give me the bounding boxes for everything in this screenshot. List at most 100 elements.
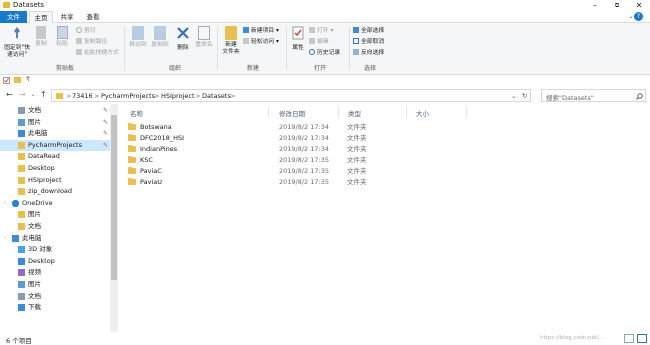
tab-home[interactable]: 主页 — [29, 11, 53, 23]
nav-item[interactable]: 下载 — [0, 302, 110, 313]
select-none-button[interactable]: 全部取消 — [353, 38, 384, 47]
nav-item[interactable]: 图片 — [0, 279, 110, 290]
image-icon — [18, 118, 25, 126]
pin-quick-access-button[interactable]: 固定到"快 速访问" — [3, 26, 31, 59]
nav-item[interactable]: 图片 ✎ — [0, 117, 110, 128]
pin-icon — [14, 27, 20, 38]
nav-item[interactable]: 3D 对象 — [0, 244, 110, 255]
select-all-button[interactable]: 全部选择 — [353, 27, 384, 36]
open-button[interactable]: 打开 ▾ — [309, 27, 333, 36]
maximize-button[interactable]: ⧉ — [606, 0, 628, 11]
file-name: DFC2018_HSI — [140, 134, 185, 142]
folder-icon — [18, 176, 25, 184]
breadcrumb-segment[interactable]: 73416 — [72, 92, 93, 100]
properties-button[interactable]: 属性 — [290, 26, 306, 52]
refresh-icon[interactable]: ↻ — [522, 92, 527, 100]
nav-scrollbar-thumb[interactable] — [111, 115, 117, 280]
nav-item-label: 图片 — [28, 117, 41, 126]
column-header-size[interactable]: 大小 — [416, 108, 429, 118]
modified-date: 2019/8/2 17:34 — [279, 134, 329, 142]
delete-button[interactable]: 删除 — [175, 26, 191, 52]
history-icon — [309, 49, 315, 55]
recent-locations-icon[interactable]: ⌄ — [31, 92, 35, 98]
minimize-button[interactable]: – — [584, 0, 606, 11]
expand-chevron-icon[interactable]: › — [4, 233, 6, 244]
invert-selection-button[interactable]: 反向选择 — [353, 49, 384, 58]
copy-button[interactable]: 复制 — [33, 26, 49, 48]
back-arrow-icon[interactable]: ← — [6, 90, 13, 99]
image-icon — [18, 281, 25, 288]
table-row[interactable]: KSC 2019/8/2 17:35 文件夹 — [128, 155, 648, 166]
copy-path-button[interactable]: 复制路径 — [76, 38, 107, 47]
nav-item[interactable]: › 此电脑 — [0, 233, 110, 244]
tab-file[interactable]: 文件 — [0, 11, 27, 23]
breadcrumb-segment[interactable]: HSIproject — [161, 92, 195, 100]
nav-item[interactable]: HSIproject — [0, 175, 110, 186]
title-bar: Datasets – ⧉ ✕ — [0, 0, 650, 11]
nav-item-label: 3D 对象 — [28, 245, 53, 254]
column-header-name[interactable]: 名称 — [130, 108, 143, 118]
help-icon[interactable]: ? — [634, 12, 643, 21]
nav-item[interactable]: 视频 — [0, 267, 110, 278]
nav-item[interactable]: 文档 — [0, 221, 110, 232]
expand-chevron-icon[interactable]: › — [4, 198, 6, 209]
shortcut-icon — [76, 49, 82, 55]
table-row[interactable]: DFC2018_HSI 2019/8/2 17:34 文件夹 — [128, 133, 648, 144]
new-item-button[interactable]: 新建项目 ▾ — [243, 27, 279, 36]
nav-item-label: 此电脑 — [22, 233, 42, 242]
ribbon: 固定到"快 速访问" 复制 粘贴 剪切 复制路径 粘贴快捷方式 剪贴板 移动到 … — [0, 23, 650, 75]
nav-item[interactable]: › OneDrive — [0, 198, 110, 209]
table-row[interactable]: PaviaC 2019/8/2 17:35 文件夹 — [128, 166, 648, 177]
up-arrow-icon[interactable]: ↑ — [40, 90, 47, 99]
table-row[interactable]: PaviaU 2019/8/2 17:35 文件夹 — [128, 177, 648, 188]
paste-button[interactable]: 粘贴 — [53, 26, 71, 48]
customize-quick-access-icon[interactable]: ₹ — [26, 76, 30, 83]
nav-item[interactable]: zip_download — [0, 186, 110, 197]
nav-item[interactable]: 图片 — [0, 209, 110, 220]
forward-arrow-icon[interactable]: → — [19, 90, 26, 99]
table-row[interactable]: Botswana 2019/8/2 17:34 文件夹 — [128, 122, 648, 133]
column-divider[interactable] — [338, 106, 339, 118]
new-folder-quick-icon[interactable] — [14, 77, 21, 83]
rename-button[interactable]: 重命名 — [194, 26, 214, 49]
nav-item[interactable]: DataRead — [0, 151, 110, 162]
large-icons-view-icon[interactable] — [637, 334, 647, 343]
move-to-button[interactable]: 移动到 — [128, 26, 148, 49]
details-view-icon[interactable] — [624, 334, 634, 343]
address-row: ← → ⌄ ↑ > 73416 > PycharmProjects > HSIp… — [0, 86, 650, 104]
computer-icon — [18, 130, 25, 138]
history-button[interactable]: 历史记录 — [309, 49, 340, 58]
close-button[interactable]: ✕ — [628, 0, 650, 11]
folder-icon — [128, 145, 136, 152]
nav-item[interactable]: 此电脑 ✎ — [0, 128, 110, 139]
cut-button[interactable]: 剪切 — [76, 27, 96, 36]
nav-item[interactable]: 文档 ✎ — [0, 105, 110, 116]
address-dropdown-icon[interactable]: ⌄ — [511, 92, 516, 100]
address-bar[interactable]: > 73416 > PycharmProjects > HSIproject >… — [51, 89, 531, 102]
column-divider[interactable] — [466, 106, 467, 118]
column-divider[interactable] — [406, 106, 407, 118]
table-row[interactable]: IndianPines 2019/8/2 17:34 文件夹 — [128, 144, 648, 155]
nav-item[interactable]: 文档 — [0, 291, 110, 302]
column-divider[interactable] — [268, 106, 269, 118]
breadcrumb-segment[interactable]: Datasets — [202, 92, 231, 100]
window-title: Datasets — [13, 1, 45, 9]
pin-icon: ✎ — [102, 107, 108, 114]
nav-item[interactable]: PycharmProjects ✎ — [0, 139, 110, 151]
new-folder-button[interactable]: 新建 文件夹 — [221, 26, 241, 56]
tab-view[interactable]: 查看 — [82, 11, 104, 23]
copy-to-button[interactable]: 复制到 — [150, 26, 170, 49]
edit-button[interactable]: 编辑 — [309, 38, 329, 47]
nav-item[interactable]: Desktop — [0, 256, 110, 267]
properties-check-icon[interactable] — [3, 77, 10, 84]
search-input[interactable]: 搜索"Datasets" — [541, 89, 646, 102]
easy-access-button[interactable]: 轻松访问 ▾ — [243, 38, 279, 47]
column-header-type[interactable]: 类型 — [348, 108, 361, 118]
column-header-date[interactable]: 修改日期 — [279, 108, 305, 118]
nav-item[interactable]: Desktop — [0, 163, 110, 174]
pin-icon: ✎ — [102, 130, 108, 138]
quick-access-toolbar: ₹ — [0, 75, 650, 86]
paste-shortcut-button[interactable]: 粘贴快捷方式 — [76, 49, 119, 58]
breadcrumb-segment[interactable]: PycharmProjects — [101, 92, 155, 100]
tab-share[interactable]: 共享 — [56, 11, 78, 23]
